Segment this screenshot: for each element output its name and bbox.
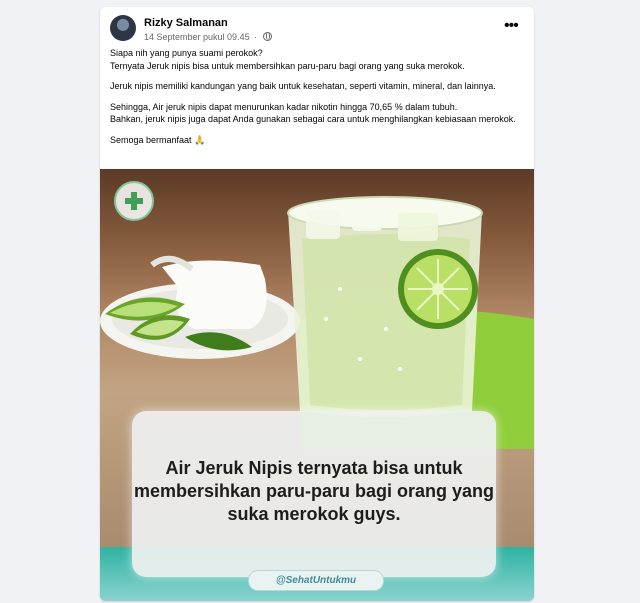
author-avatar[interactable] — [110, 15, 136, 41]
post-body: Siapa nih yang punya suami perokok? Tern… — [110, 47, 524, 154]
health-logo — [114, 181, 154, 221]
post-header: Rizky Salmanan 14 September pukul 09.45 … — [110, 15, 524, 47]
post-paragraph: Sehingga, Air jeruk nipis dapat menurunk… — [110, 101, 516, 125]
facebook-post: Rizky Salmanan 14 September pukul 09.45 … — [100, 7, 534, 601]
post-timestamp[interactable]: 14 September pukul 09.45 — [144, 32, 250, 42]
author-name[interactable]: Rizky Salmanan — [144, 17, 228, 29]
source-handle: @SehatUntukmu — [248, 570, 384, 591]
post-paragraph: Siapa nih yang punya suami perokok? Tern… — [110, 48, 465, 71]
globe-icon — [262, 32, 272, 41]
more-options-icon[interactable]: ••• — [504, 18, 520, 34]
caption-box: Air Jeruk Nipis ternyata bisa untuk memb… — [132, 411, 496, 577]
post-meta: 14 September pukul 09.45 · — [144, 32, 272, 42]
post-image[interactable]: Air Jeruk Nipis ternyata bisa untuk memb… — [100, 169, 534, 601]
image-caption: Air Jeruk Nipis ternyata bisa untuk memb… — [133, 458, 495, 524]
post-paragraph: Jeruk nipis memiliki kandungan yang baik… — [110, 81, 496, 91]
post-paragraph: Semoga bermanfaat 🙏 — [110, 134, 206, 145]
